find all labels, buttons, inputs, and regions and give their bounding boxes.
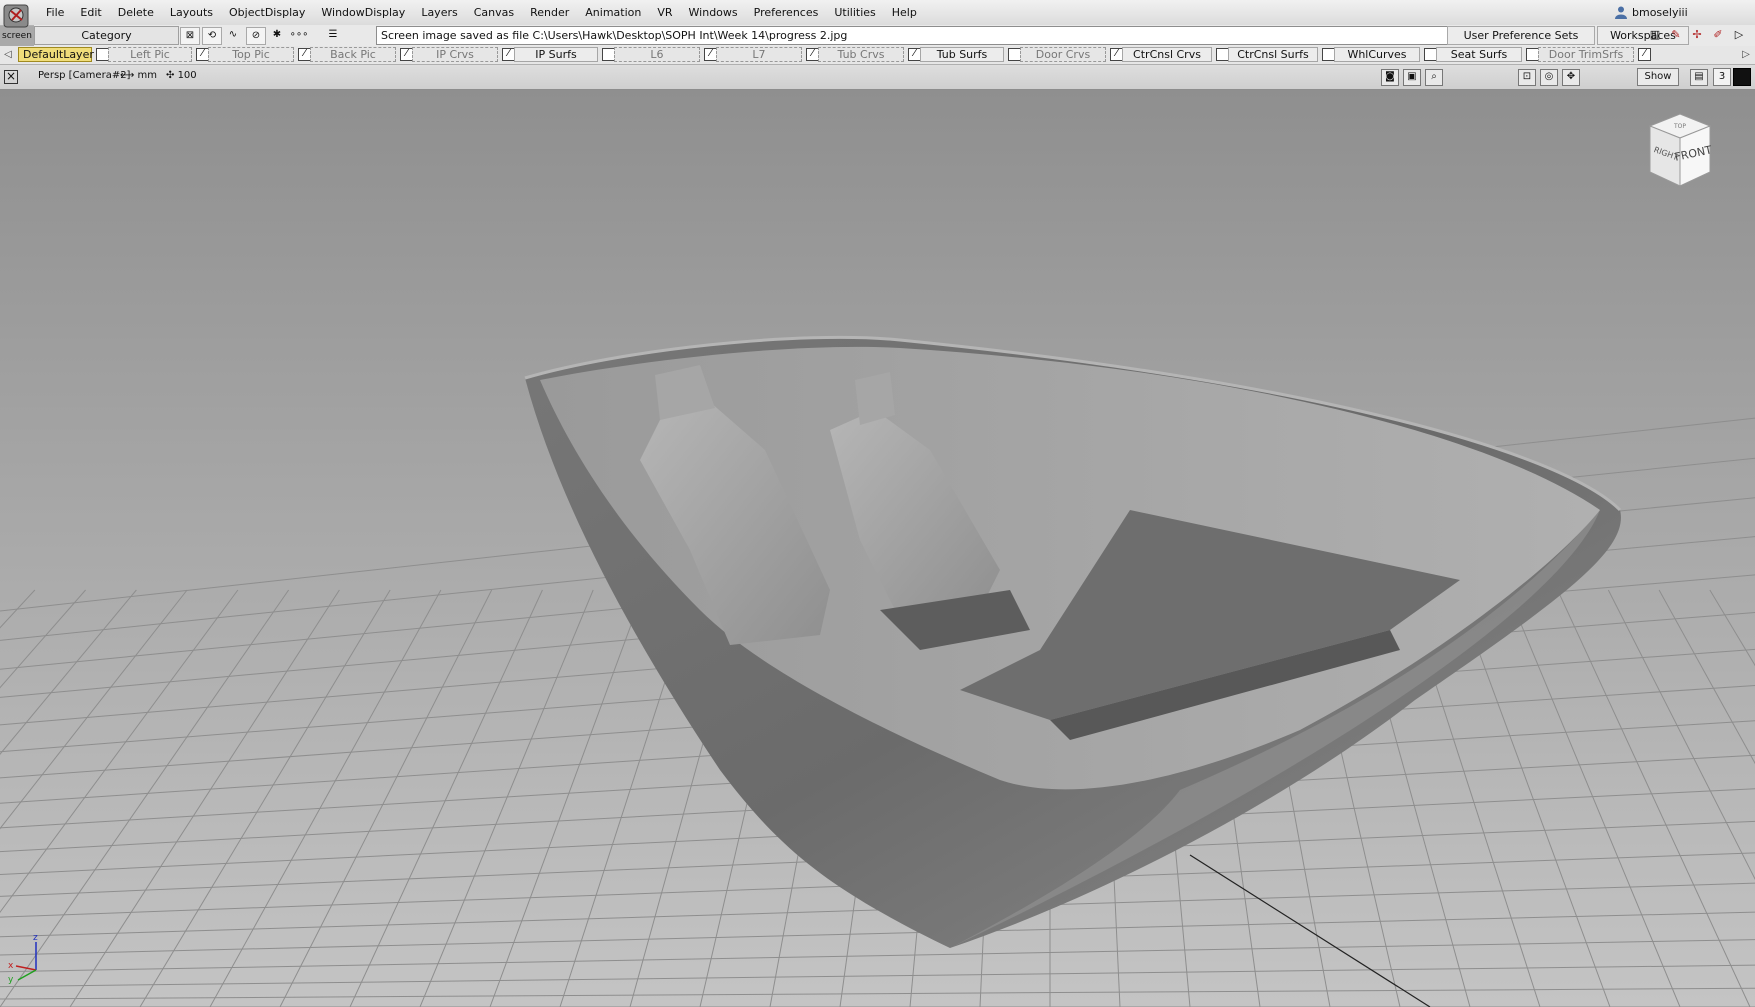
layer-name[interactable]: Door Crvs — [1020, 47, 1106, 62]
layer-11[interactable]: Door Crvs ⁄ — [1020, 47, 1123, 62]
menu-animation[interactable]: Animation — [577, 0, 649, 25]
snap-icon[interactable]: ⊘ — [246, 27, 266, 45]
layer-visibility-checkbox[interactable]: ⁄ — [1638, 48, 1651, 61]
list-icon[interactable]: ☰ — [324, 27, 342, 43]
layer-name[interactable]: Tub Surfs — [920, 47, 1004, 62]
menu-preferences[interactable]: Preferences — [746, 0, 827, 25]
layer-name[interactable]: Left Pic — [108, 47, 192, 62]
maximize-icon[interactable] — [1733, 68, 1751, 86]
camera-label: Persp [Camera#2] — [38, 70, 131, 81]
menu-help[interactable]: Help — [884, 0, 925, 25]
menu-windows[interactable]: Windows — [681, 0, 746, 25]
menu-vr[interactable]: VR — [649, 0, 680, 25]
construct-icon[interactable]: ⟲ — [202, 27, 222, 45]
layer-7[interactable]: L6 ⁄ — [614, 47, 717, 62]
frame-icon[interactable]: ⊡ — [1518, 69, 1536, 86]
curve-icon[interactable]: ∿ — [224, 27, 242, 43]
layer-8[interactable]: L7 ⁄ — [716, 47, 819, 62]
layer-name[interactable]: DefaultLayer — [18, 47, 94, 62]
show-button[interactable]: Show — [1637, 68, 1679, 86]
layer-16[interactable]: Door TrimSrfs ⁄ — [1538, 47, 1651, 62]
layer-scroll-left-icon[interactable]: ◁ — [2, 47, 14, 63]
layer-6[interactable]: IP Surfs — [514, 47, 615, 62]
tools-icon[interactable]: ✢ — [1688, 26, 1706, 43]
axis-y-label: y — [8, 975, 14, 984]
menu-canvas[interactable]: Canvas — [466, 0, 522, 25]
viewport-canvas — [0, 90, 1755, 1007]
layer-name[interactable]: Seat Surfs — [1436, 47, 1522, 62]
user-preference-sets-button[interactable]: User Preference Sets — [1447, 26, 1595, 45]
layer-name[interactable]: Back Pic — [310, 47, 396, 62]
layer-12[interactable]: CtrCnsl Crvs — [1122, 47, 1229, 62]
units-label: ⟷ mm — [120, 70, 157, 81]
user-icon — [1614, 5, 1628, 19]
layer-name[interactable]: IP Surfs — [514, 47, 598, 62]
layer-5[interactable]: IP Crvs ⁄ — [412, 47, 515, 62]
axis-x-label: x — [8, 961, 14, 971]
pan-icon[interactable]: ✥ — [1562, 69, 1580, 86]
snap-grid-icon[interactable]: ✱ — [268, 27, 286, 43]
viewcube-top-label: TOP — [1673, 123, 1686, 130]
layer-name[interactable]: Top Pic — [208, 47, 294, 62]
layer-2[interactable]: Left Pic ⁄ — [108, 47, 209, 62]
layer-10[interactable]: Tub Surfs — [920, 47, 1021, 62]
app-logo-label: screen — [2, 31, 32, 41]
layer-name[interactable]: CtrCnsl Surfs — [1228, 47, 1318, 62]
layer-name[interactable]: Door TrimSrfs — [1538, 47, 1634, 62]
layer-name[interactable]: CtrCnsl Crvs — [1122, 47, 1212, 62]
layer-name[interactable]: L7 — [716, 47, 802, 62]
perspective-viewport[interactable]: FRONT RIGHT TOP z x y — [0, 90, 1755, 1007]
menu-layouts[interactable]: Layouts — [162, 0, 221, 25]
category-selector[interactable]: Category — [34, 26, 179, 45]
menu-render[interactable]: Render — [522, 0, 577, 25]
menu-bar: screen File Edit Delete Layouts ObjectDi… — [0, 0, 1755, 41]
layer-1[interactable]: DefaultLayer — [18, 47, 109, 62]
layer-3[interactable]: Top Pic ⁄ — [208, 47, 311, 62]
user-name: bmoselyiii — [1632, 5, 1688, 19]
menu-list: File Edit Delete Layouts ObjectDisplay W… — [38, 0, 925, 25]
workspace-icons: ▥ ✎ ✢ ✐ ▷ — [1646, 26, 1748, 43]
layer-name[interactable]: IP Crvs — [412, 47, 498, 62]
camera-icon[interactable]: ◙ — [1381, 69, 1399, 86]
menu-delete[interactable]: Delete — [110, 0, 162, 25]
user-account[interactable]: bmoselyiii — [1614, 5, 1688, 19]
grid-size-label: ✣ 100 — [166, 70, 197, 81]
menu-utilities[interactable]: Utilities — [826, 0, 883, 25]
layer-4[interactable]: Back Pic ⁄ — [310, 47, 413, 62]
viewport-header: × Persp [Camera#2] ⟷ mm ✣ 100 ◙ ▣ ⌕ ⊡ ◎ … — [0, 65, 1755, 90]
layer-name[interactable]: L6 — [614, 47, 700, 62]
dots-icon[interactable]: ∘∘∘ — [290, 27, 309, 43]
close-icon[interactable]: × — [4, 70, 18, 84]
menu-objectdisplay[interactable]: ObjectDisplay — [221, 0, 313, 25]
layer-bar: ◁ DefaultLayer Left Pic ⁄ Top Pic ⁄ Back Pic ⁄… — [0, 46, 1755, 65]
window-icon[interactable]: ▤ — [1690, 69, 1708, 86]
axis-z-label: z — [33, 933, 38, 943]
snapshot-icon[interactable]: ▣ — [1403, 69, 1421, 86]
brush-icon[interactable]: ✐ — [1709, 26, 1727, 43]
layer-14[interactable]: WhlCurves — [1334, 47, 1437, 62]
expand-icon[interactable]: ▷ — [1730, 26, 1748, 43]
layer-9[interactable]: Tub Crvs ⁄ — [818, 47, 921, 62]
layer-13[interactable]: CtrCnsl Surfs — [1228, 47, 1335, 62]
layer-scroll-right-icon[interactable]: ▷ — [1740, 47, 1752, 63]
menu-layers[interactable]: Layers — [413, 0, 465, 25]
paint-icon[interactable]: ✎ — [1667, 26, 1685, 43]
units-value: mm — [137, 70, 157, 81]
pick-icon[interactable]: ⊠ — [180, 27, 200, 45]
category-toolbar: Category ⊠ ⟲ ∿ ⊘ ✱ ∘∘∘ ☰ Screen image sa… — [34, 25, 1755, 47]
grid-size-value: 100 — [177, 70, 197, 81]
layer-name[interactable]: Tub Crvs — [818, 47, 904, 62]
palette-icon[interactable]: ▥ — [1646, 26, 1664, 43]
menu-windowdisplay[interactable]: WindowDisplay — [313, 0, 413, 25]
viewport-number[interactable]: 3 — [1713, 68, 1731, 86]
menu-file[interactable]: File — [38, 0, 72, 25]
magnify-icon[interactable]: ⌕ — [1425, 69, 1443, 86]
tumble-icon[interactable]: ◎ — [1540, 69, 1558, 86]
status-message: Screen image saved as file C:\Users\Hawk… — [376, 26, 1482, 45]
layer-15[interactable]: Seat Surfs — [1436, 47, 1539, 62]
menu-edit[interactable]: Edit — [72, 0, 109, 25]
layer-name[interactable]: WhlCurves — [1334, 47, 1420, 62]
